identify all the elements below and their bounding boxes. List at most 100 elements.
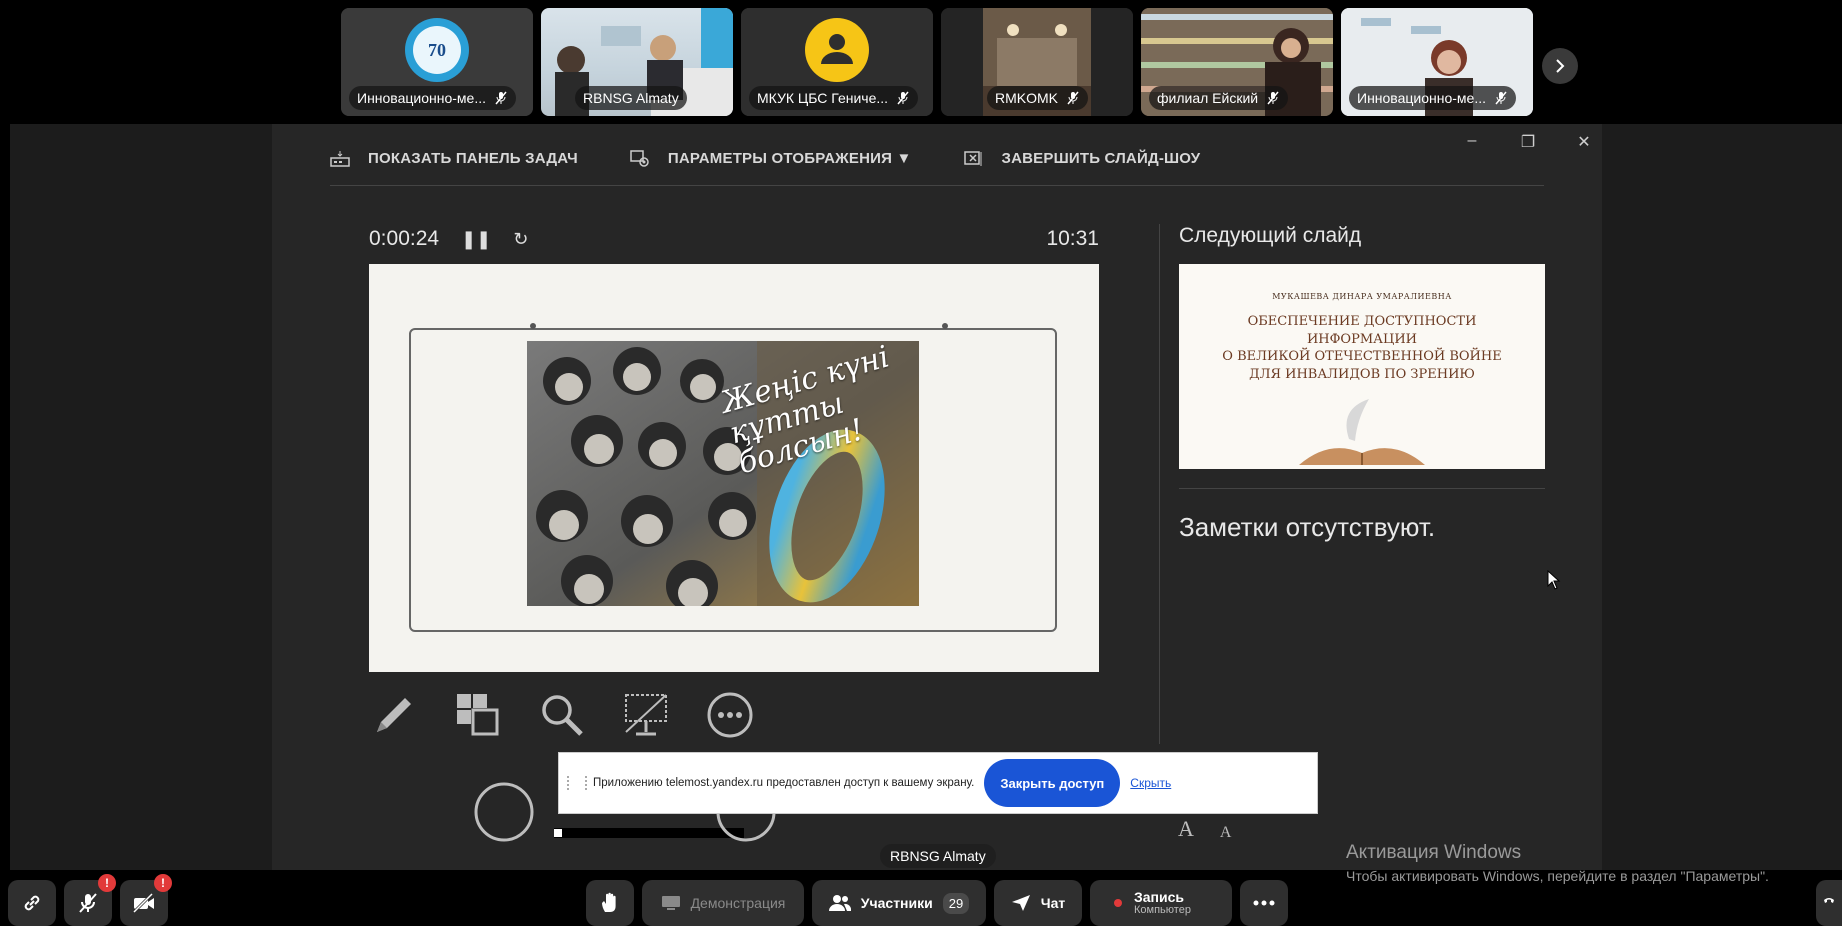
window-controls: – ❐ ✕ <box>1464 132 1592 152</box>
presenter-toolbar: ПОКАЗАТЬ ПАНЕЛЬ ЗАДАЧ ПАРАМЕТРЫ ОТОБРАЖЕ… <box>330 146 1544 186</box>
share-message: Приложению telemost.yandex.ru предоставл… <box>593 777 975 789</box>
record-button[interactable]: Запись Компьютер <box>1090 880 1232 926</box>
book-illustration <box>1299 399 1425 465</box>
close-access-button[interactable]: Закрыть доступ <box>984 759 1121 807</box>
sharer-name-label: RBNSG Almaty <box>880 844 996 868</box>
mic-off-icon <box>1266 91 1280 105</box>
screen-demonstration-button[interactable]: Демонстрация <box>642 880 804 926</box>
activation-title: Активация Windows <box>1346 842 1522 863</box>
see-all-slides-icon[interactable] <box>453 690 503 740</box>
participant-name: RMKOMK <box>995 90 1058 106</box>
hand-icon <box>602 892 616 912</box>
participant-name-badge: Инновационно-ме... <box>1349 86 1516 110</box>
font-size-controls: A A <box>1178 816 1231 842</box>
mic-off-icon <box>494 91 508 105</box>
phone-icon <box>1824 898 1834 903</box>
participant-name-badge: МКУК ЦБС Гениче... <box>749 86 919 110</box>
participant-tile[interactable]: RMKOMK <box>941 8 1133 116</box>
drag-handle[interactable] <box>567 776 587 790</box>
participant-tile[interactable]: 70 Инновационно-ме... <box>341 8 533 116</box>
mic-off-icon <box>1494 91 1508 105</box>
record-label: Запись <box>1134 888 1185 905</box>
restart-timer-icon[interactable]: ↻ <box>513 229 528 250</box>
next-slide-title-line: ДЛЯ ИНВАЛИДОВ ПО ЗРЕНИЮ <box>1249 366 1475 382</box>
participant-tile[interactable]: RBNSG Almaty <box>541 8 733 116</box>
chat-label: Чат <box>1040 895 1066 911</box>
chat-button[interactable]: Чат <box>994 880 1082 926</box>
microphone-toggle-button[interactable]: ! <box>64 874 116 926</box>
next-slide-title: ОБЕСПЕЧЕНИЕ ДОСТУПНОСТИ ИНФОРМАЦИИ О ВЕЛ… <box>1179 313 1545 383</box>
send-icon <box>1011 895 1030 911</box>
minimize-icon[interactable]: – <box>1464 132 1480 152</box>
next-slide-label: Следующий слайд <box>1179 224 1362 247</box>
black-screen-icon[interactable] <box>621 690 671 740</box>
participants-button[interactable]: Участники 29 <box>812 880 986 926</box>
close-icon[interactable]: ✕ <box>1576 132 1592 152</box>
next-participants-button[interactable] <box>1542 48 1578 84</box>
link-icon <box>24 895 40 911</box>
leave-call-button[interactable] <box>1816 880 1842 926</box>
warning-badge: ! <box>154 874 172 892</box>
participants-label: Участники <box>860 895 933 911</box>
next-slide-title-line: О ВЕЛИКОЙ ОТЕЧЕСТВЕННОЙ ВОЙНЕ <box>1222 349 1502 365</box>
next-slide-title-line: ИНФОРМАЦИИ <box>1306 331 1418 347</box>
frame-hanger <box>530 323 948 329</box>
display-settings-button[interactable]: ПАРАМЕТРЫ ОТОБРАЖЕНИЯ ▼ <box>630 149 912 168</box>
speaker-notes: Заметки отсутствуют. <box>1179 512 1436 542</box>
participant-name-badge: RMKOMK <box>987 86 1088 110</box>
show-taskbar-button[interactable]: ПОКАЗАТЬ ПАНЕЛЬ ЗАДАЧ <box>330 150 578 168</box>
mic-off-icon <box>1066 91 1080 105</box>
pen-icon[interactable] <box>369 690 419 740</box>
copy-link-button[interactable] <box>8 880 56 926</box>
participant-name-badge: RBNSG Almaty <box>575 86 687 110</box>
slide-tools <box>369 690 755 740</box>
participant-tile[interactable]: Инновационно-ме... <box>1341 8 1533 116</box>
record-text: Запись Компьютер <box>1134 890 1191 916</box>
end-slideshow-label: ЗАВЕРШИТЬ СЛАЙД-ШОУ <box>1001 150 1201 167</box>
raise-hand-button[interactable] <box>586 880 634 926</box>
increase-font-icon[interactable]: A <box>1178 816 1194 842</box>
mic-off-icon <box>79 893 97 913</box>
slide-image: Жеңіс күні құтты болсын! <box>527 341 919 606</box>
display-settings-icon <box>630 149 649 167</box>
restore-icon[interactable]: ❐ <box>1520 132 1536 152</box>
next-slide-title-line: ОБЕСПЕЧЕНИЕ ДОСТУПНОСТИ <box>1247 314 1477 329</box>
participant-name: филиал Ейский <box>1157 90 1259 106</box>
more-options-icon[interactable] <box>705 690 755 740</box>
mouse-cursor-icon <box>1547 570 1561 590</box>
participant-tile[interactable]: МКУК ЦБС Гениче... <box>741 8 933 116</box>
camera-toggle-button[interactable]: ! <box>120 874 172 926</box>
end-slideshow-icon <box>963 150 982 166</box>
monitor-icon <box>661 896 680 910</box>
notes-divider <box>1179 488 1545 489</box>
chevron-right-icon <box>1556 59 1565 73</box>
pause-icon[interactable]: ❚❚ <box>461 229 491 250</box>
people-icon <box>828 895 851 911</box>
hide-link[interactable]: Скрыть <box>1130 776 1171 790</box>
participant-tile[interactable]: филиал Ейский <box>1141 8 1333 116</box>
panel-divider <box>1159 224 1160 744</box>
current-clock: 10:31 <box>1046 227 1099 250</box>
next-slide-preview[interactable]: МУКАШЕВА ДИНАРА УМАРАЛИЕВНА ОБЕСПЕЧЕНИЕ … <box>1179 264 1545 469</box>
zoom-icon[interactable] <box>537 690 587 740</box>
decrease-font-icon[interactable]: A <box>1220 824 1232 842</box>
screen-right-margin <box>1602 124 1842 870</box>
participant-name-badge: Инновационно-ме... <box>349 86 516 110</box>
end-slideshow-button[interactable]: ЗАВЕРШИТЬ СЛАЙД-ШОУ <box>963 150 1201 168</box>
display-settings-label: ПАРАМЕТРЫ ОТОБРАЖЕНИЯ ▼ <box>667 150 912 167</box>
record-dot-icon <box>1114 899 1122 907</box>
activation-hint: Чтобы активировать Windows, перейдите в … <box>1346 868 1769 884</box>
participant-name-badge: филиал Ейский <box>1149 86 1289 110</box>
participants-count: 29 <box>942 892 970 914</box>
participant-name: МКУК ЦБС Гениче... <box>757 90 889 106</box>
more-actions-button[interactable] <box>1240 880 1288 926</box>
screen-share-notification: Приложению telemost.yandex.ru предоставл… <box>558 752 1318 814</box>
timer-row: 0:00:24 ❚❚ ↻ 10:31 <box>369 224 1099 254</box>
camera-off-icon <box>132 892 154 914</box>
elapsed-time: 0:00:24 <box>369 227 440 250</box>
show-taskbar-label: ПОКАЗАТЬ ПАНЕЛЬ ЗАДАЧ <box>368 150 578 167</box>
windows-activation-watermark: Активация Windows Чтобы активировать Win… <box>1346 842 1769 884</box>
record-sublabel: Компьютер <box>1134 903 1191 916</box>
participant-name: Инновационно-ме... <box>357 90 486 106</box>
participant-strip: 70 Инновационно-ме... RBNSG Almaty МКУК … <box>341 8 1535 116</box>
